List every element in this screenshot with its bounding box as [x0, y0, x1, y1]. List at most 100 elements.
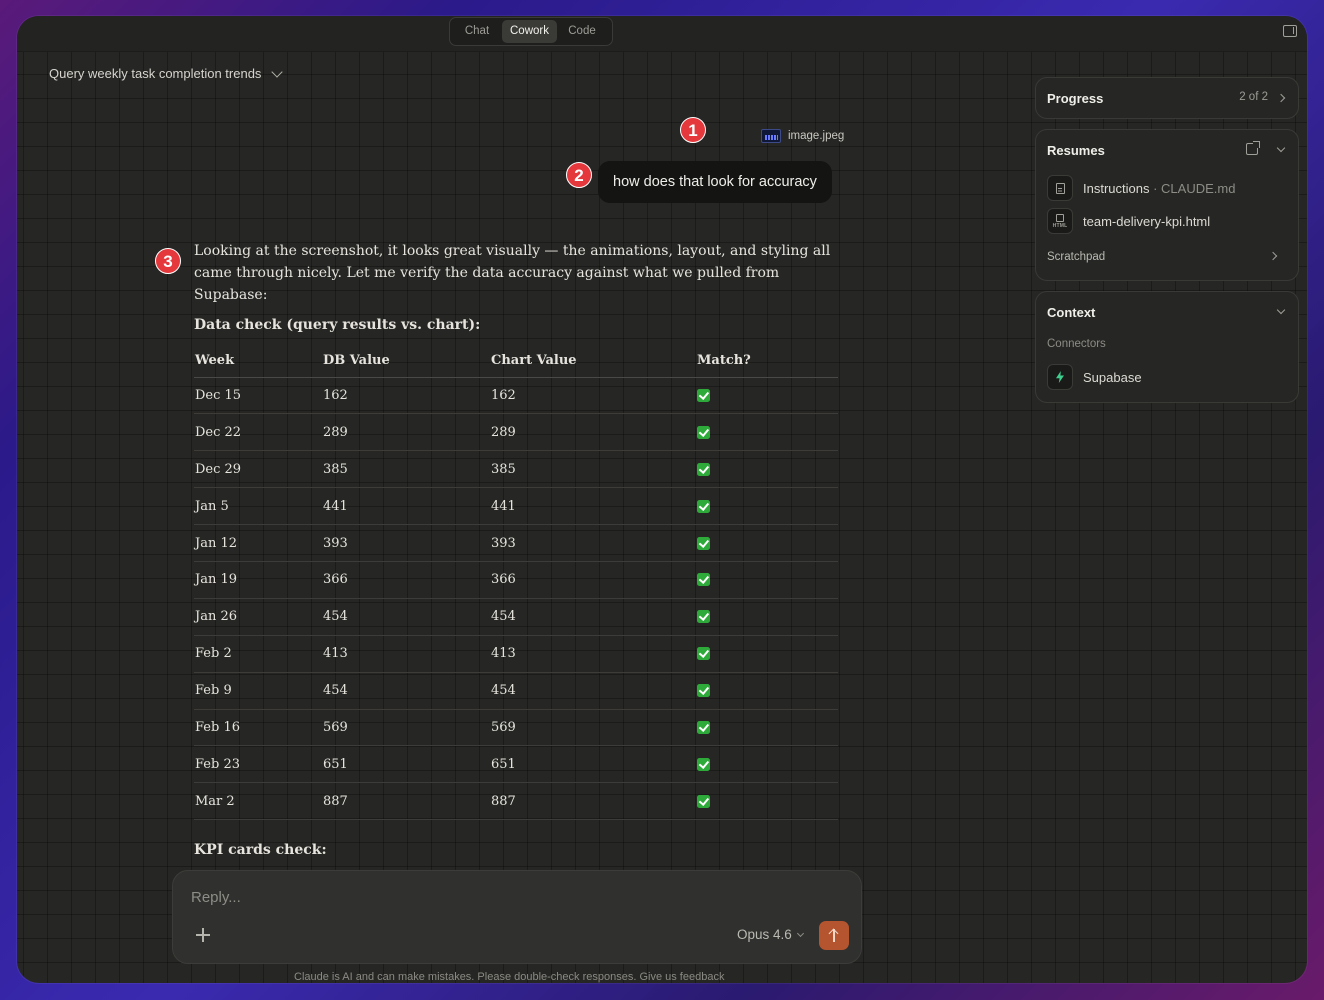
progress-title: Progress: [1047, 91, 1104, 106]
document-icon: [1047, 175, 1073, 201]
week-cell: Jan 5: [194, 487, 322, 526]
open-external-icon[interactable]: [1246, 141, 1260, 155]
image-attachment[interactable]: image.jpeg: [761, 129, 844, 143]
chart-value-cell: 569: [490, 709, 696, 747]
week-cell: Jan 19: [194, 561, 322, 599]
green-check-icon: [697, 647, 710, 661]
table-row: Jan 19 366 366: [194, 561, 838, 599]
chevron-down-icon[interactable]: [1276, 305, 1286, 315]
add-attachment-button[interactable]: [195, 927, 211, 943]
chevron-right-icon: [1276, 93, 1286, 103]
connector-supabase[interactable]: Supabase: [1047, 364, 1142, 390]
conversation-title-dropdown[interactable]: Query weekly task completion trends: [49, 65, 284, 81]
chart-value-cell: 887: [490, 782, 696, 821]
mode-switcher: Chat Cowork Code: [449, 17, 613, 46]
annotation-badge-2: 2: [566, 162, 592, 188]
match-cell: [696, 487, 838, 526]
file-team-delivery-kpi[interactable]: HTML team-delivery-kpi.html: [1047, 208, 1210, 234]
db-value-cell: 385: [322, 450, 490, 489]
table-row: Feb 16 569 569: [194, 709, 838, 747]
match-cell: [696, 745, 838, 784]
db-value-cell: 366: [322, 561, 490, 599]
progress-panel[interactable]: Progress 2 of 2: [1035, 77, 1299, 119]
week-cell: Feb 16: [194, 709, 322, 747]
match-cell: [696, 450, 838, 489]
chart-value-cell: 651: [490, 745, 696, 784]
green-check-icon: [697, 388, 710, 402]
db-value-cell: 162: [322, 377, 490, 415]
data-check-heading: Data check (query results vs. chart):: [194, 317, 481, 333]
send-button[interactable]: [819, 921, 849, 950]
table-row: Jan 26 454 454: [194, 598, 838, 636]
table-row: Feb 2 413 413: [194, 635, 838, 673]
db-value-cell: 454: [322, 598, 490, 636]
week-cell: Mar 2: [194, 782, 322, 821]
tab-chat[interactable]: Chat: [452, 20, 502, 43]
column-header: Week: [194, 345, 322, 378]
match-cell: [696, 598, 838, 636]
data-check-table: Week DB Value Chart Value Match? Dec 15 1…: [194, 345, 838, 821]
html-file-icon: HTML: [1047, 208, 1073, 234]
green-check-icon: [697, 610, 710, 624]
scratchpad-link[interactable]: Scratchpad: [1047, 251, 1105, 263]
model-name: Opus 4.6: [737, 927, 792, 942]
reply-input[interactable]: [191, 889, 791, 906]
tab-cowork[interactable]: Cowork: [502, 20, 557, 43]
connector-name: Supabase: [1083, 369, 1142, 385]
attachment-filename: image.jpeg: [788, 130, 845, 142]
disclaimer: Claude is AI and can make mistakes. Plea…: [294, 971, 725, 983]
week-cell: Feb 9: [194, 672, 322, 710]
app-window: Chat Cowork Code Query weekly task compl…: [17, 16, 1307, 983]
tab-code[interactable]: Code: [557, 20, 607, 43]
db-value-cell: 651: [322, 745, 490, 784]
db-value-cell: 454: [322, 672, 490, 710]
db-value-cell: 441: [322, 487, 490, 526]
kpi-check-heading: KPI cards check:: [194, 842, 327, 858]
table-row: Jan 12 393 393: [194, 524, 838, 562]
table-row: Jan 5 441 441: [194, 487, 838, 526]
chevron-down-icon[interactable]: [1276, 143, 1286, 153]
column-header: Chart Value: [490, 345, 696, 378]
file-suffix: CLAUDE.md: [1161, 180, 1236, 196]
match-cell: [696, 635, 838, 673]
green-check-icon: [697, 425, 710, 439]
assistant-lead-text: Looking at the screenshot, it looks grea…: [194, 243, 831, 303]
chart-value-cell: 393: [490, 524, 696, 562]
green-check-icon: [697, 536, 710, 550]
db-value-cell: 413: [322, 635, 490, 673]
green-check-icon: [697, 462, 710, 476]
context-panel: Context Connectors Supabase: [1035, 291, 1299, 403]
match-cell: [696, 377, 838, 415]
chevron-down-icon: [271, 65, 284, 78]
composer: Opus 4.6: [172, 870, 862, 964]
image-thumbnail: [761, 129, 781, 143]
file-separator: ·: [1149, 180, 1162, 196]
week-cell: Dec 29: [194, 450, 322, 489]
table-row: Dec 29 385 385: [194, 450, 838, 489]
chart-value-cell: 289: [490, 413, 696, 452]
green-check-icon: [697, 499, 710, 513]
conversation-title: Query weekly task completion trends: [49, 66, 262, 81]
model-selector[interactable]: Opus 4.6: [737, 927, 804, 942]
chevron-right-icon[interactable]: [1268, 251, 1278, 261]
sidebar-toggle-icon[interactable]: [1283, 25, 1297, 37]
chart-value-cell: 385: [490, 450, 696, 489]
chart-value-cell: 454: [490, 672, 696, 710]
green-check-icon: [697, 720, 710, 734]
table-row: Feb 23 651 651: [194, 745, 838, 784]
match-cell: [696, 709, 838, 747]
chart-value-cell: 454: [490, 598, 696, 636]
table-row: Dec 15 162 162: [194, 377, 838, 415]
green-check-icon: [697, 684, 710, 698]
chart-value-cell: 366: [490, 561, 696, 599]
resumes-panel: Resumes Instructions · CLAUDE.md HTML te…: [1035, 129, 1299, 281]
column-header: DB Value: [322, 345, 490, 378]
week-cell: Jan 26: [194, 598, 322, 636]
chart-value-cell: 413: [490, 635, 696, 673]
week-cell: Feb 2: [194, 635, 322, 673]
progress-count: 2 of 2: [1239, 91, 1268, 103]
match-cell: [696, 413, 838, 452]
resumes-title: Resumes: [1047, 143, 1105, 158]
file-instructions[interactable]: Instructions · CLAUDE.md: [1047, 175, 1235, 201]
assistant-message: Looking at the screenshot, it looks grea…: [194, 240, 854, 821]
